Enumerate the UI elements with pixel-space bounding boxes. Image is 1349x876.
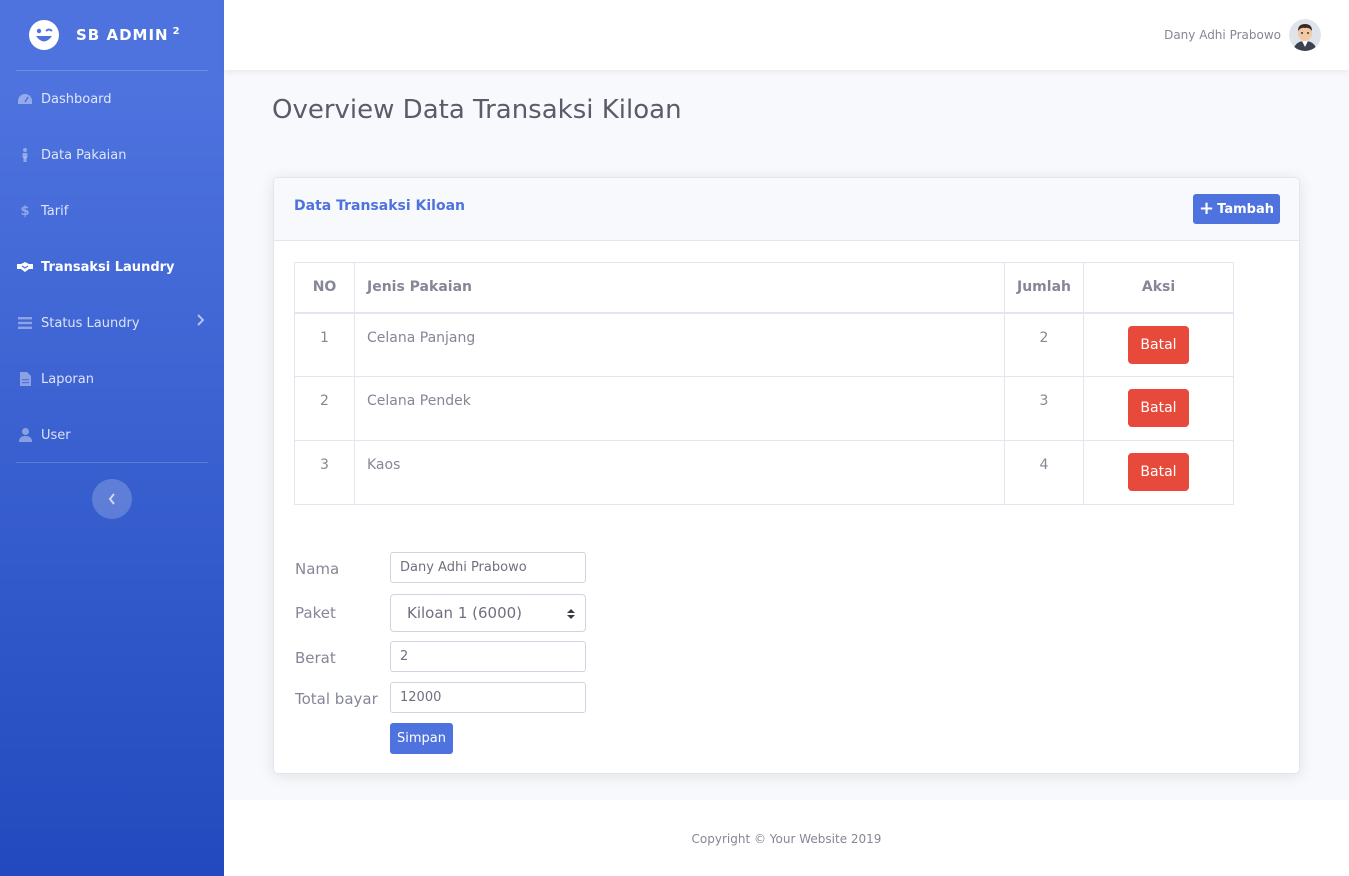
copyright-text: Copyright © Your Website 2019	[691, 832, 882, 846]
cell-aksi: Batal	[1083, 376, 1234, 441]
sidebar-item-label: Status Laundry	[41, 315, 140, 331]
person-icon	[16, 148, 34, 162]
page-title: Overview Data Transaksi Kiloan	[272, 95, 682, 125]
laugh-wink-icon	[29, 20, 59, 50]
table-row: 1 Celana Panjang 2 Batal	[294, 312, 1234, 377]
cell-no: 2	[294, 376, 355, 441]
batal-button[interactable]: Batal	[1128, 389, 1189, 427]
paket-selected-value: Kiloan 1 (6000)	[407, 604, 523, 622]
total-bayar-label: Total bayar	[295, 690, 378, 708]
sidebar-item-label: User	[41, 427, 71, 443]
sidebar-item-data-pakaian[interactable]: Data Pakaian	[0, 127, 224, 183]
add-button[interactable]: + Tambah	[1193, 194, 1280, 224]
sidebar-toggle-button[interactable]	[92, 479, 132, 519]
sidebar-item-label: Dashboard	[41, 91, 112, 107]
cell-jumlah: 4	[1004, 440, 1084, 505]
berat-label: Berat	[295, 649, 336, 667]
table-row: 3 Kaos 4 Batal	[294, 440, 1234, 505]
col-header-aksi: Aksi	[1083, 262, 1234, 314]
total-bayar-field[interactable]: 12000	[390, 682, 586, 713]
col-header-jumlah: Jumlah	[1004, 262, 1084, 314]
paket-select[interactable]: Kiloan 1 (6000)	[390, 594, 586, 632]
topbar: Dany Adhi Prabowo	[224, 0, 1349, 70]
cell-no: 3	[294, 440, 355, 505]
sidebar-item-label: Tarif	[41, 203, 69, 219]
table-row: 2 Celana Pendek 3 Batal	[294, 376, 1234, 441]
user-icon	[16, 428, 34, 442]
batal-button[interactable]: Batal	[1128, 453, 1189, 491]
nama-field[interactable]: Dany Adhi Prabowo	[390, 552, 586, 583]
berat-field[interactable]: 2	[390, 641, 586, 672]
table-header-row: NO Jenis Pakaian Jumlah Aksi	[294, 262, 1234, 314]
brand-name: SB ADMIN 2	[76, 26, 181, 44]
sidebar-item-dashboard[interactable]: Dashboard	[0, 71, 224, 127]
sidebar-item-label: Transaksi Laundry	[41, 259, 175, 275]
tachometer-icon	[16, 92, 34, 106]
cell-jenis: Celana Pendek	[354, 376, 1005, 441]
sort-caret-icon	[567, 606, 575, 624]
nama-label: Nama	[295, 560, 340, 578]
footer: Copyright © Your Website 2019	[224, 800, 1349, 876]
sidebar-item-label: Data Pakaian	[41, 147, 127, 163]
sidebar-item-tarif[interactable]: $ Tarif	[0, 183, 224, 239]
cell-aksi: Batal	[1083, 312, 1234, 377]
cell-jumlah: 3	[1004, 376, 1084, 441]
sidebar-item-status-laundry[interactable]: Status Laundry	[0, 295, 224, 351]
file-icon	[16, 372, 34, 386]
cell-no: 1	[294, 312, 355, 377]
transaction-table: NO Jenis Pakaian Jumlah Aksi 1 Celana Pa…	[294, 262, 1234, 505]
batal-button[interactable]: Batal	[1128, 325, 1189, 364]
sidebar-item-laporan[interactable]: Laporan	[0, 351, 224, 407]
sidebar: SB ADMIN 2 Dashboard Data Pakaian $ Tarif…	[0, 0, 224, 876]
plus-icon: +	[1199, 198, 1215, 219]
card-header: Data Transaksi Kiloan + Tambah	[274, 178, 1299, 241]
simpan-button[interactable]: Simpan	[390, 723, 453, 754]
col-header-no: NO	[294, 262, 355, 314]
cell-jenis: Kaos	[354, 440, 1005, 505]
cell-jenis: Celana Panjang	[354, 312, 1005, 377]
transaction-card: Data Transaksi Kiloan + Tambah NO Jenis …	[273, 177, 1300, 774]
sidebar-item-transaksi-laundry[interactable]: Transaksi Laundry	[0, 239, 224, 295]
sidebar-item-label: Laporan	[41, 371, 94, 387]
brand[interactable]: SB ADMIN 2	[0, 0, 224, 70]
bars-icon	[16, 316, 34, 330]
avatar[interactable]	[1289, 19, 1321, 51]
cell-aksi: Batal	[1083, 440, 1234, 505]
cell-jumlah: 2	[1004, 312, 1084, 377]
user-name[interactable]: Dany Adhi Prabowo	[1164, 28, 1281, 42]
chevron-right-icon	[196, 314, 205, 330]
handshake-icon	[16, 260, 34, 274]
chevron-left-icon	[108, 493, 115, 505]
card-title: Data Transaksi Kiloan	[294, 198, 465, 214]
dollar-icon: $	[20, 203, 30, 219]
paket-label: Paket	[295, 604, 336, 622]
add-button-label: Tambah	[1217, 201, 1274, 217]
col-header-jenis: Jenis Pakaian	[354, 262, 1005, 314]
sidebar-item-user[interactable]: User	[0, 407, 224, 463]
